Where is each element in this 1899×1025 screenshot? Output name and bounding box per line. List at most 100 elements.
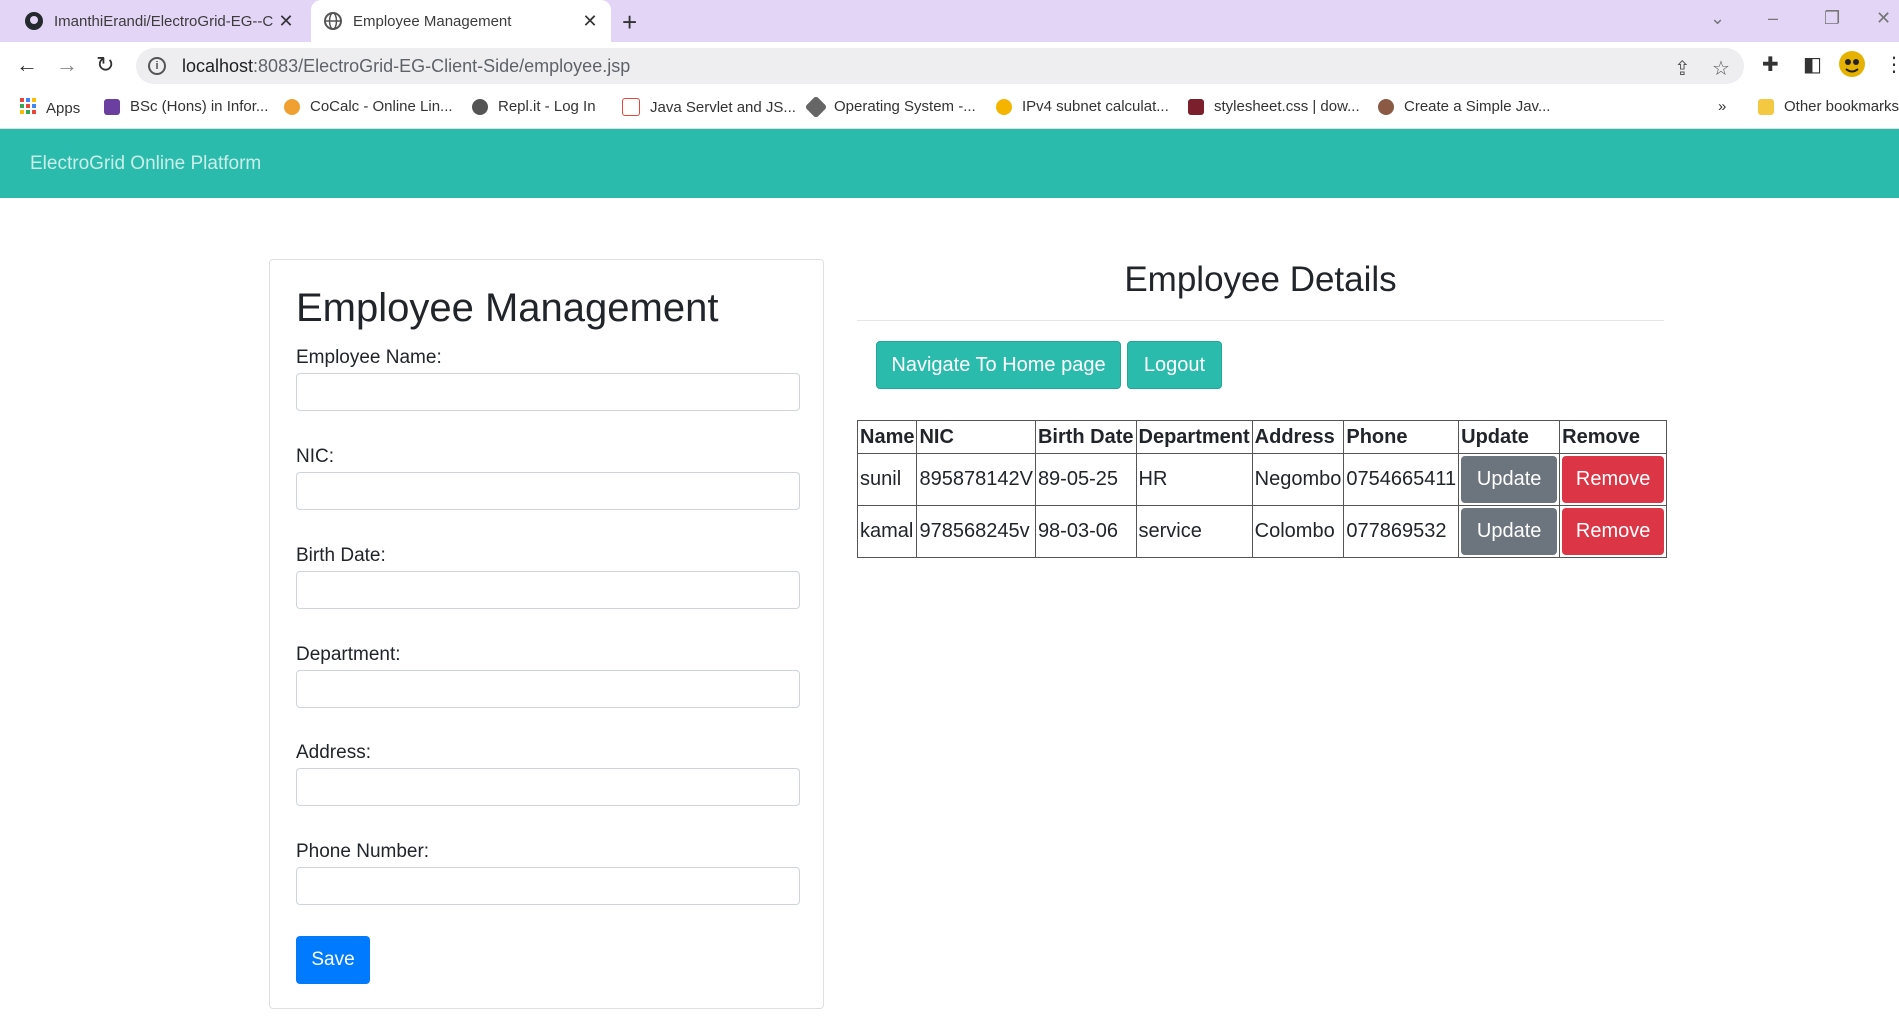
side-panel-icon[interactable]: ◧ (1803, 52, 1822, 77)
cell-remove: Remove (1559, 505, 1668, 558)
bookmark-label: CoCalc - Online Lin... (310, 98, 453, 115)
table-header-row: Name NIC Birth Date Department Address P… (856, 420, 1668, 454)
bookmark-apps[interactable]: Apps (20, 98, 80, 118)
brand-link[interactable]: ElectroGrid Online Platform (30, 153, 261, 175)
browser-tab-employee-management[interactable]: Employee Management ✕ (311, 0, 611, 42)
employee-details-title: Employee Details (1124, 260, 1397, 299)
star-icon[interactable]: ☆ (1712, 56, 1730, 81)
divider (857, 320, 1664, 321)
bookmark-favicon (284, 98, 300, 115)
bookmark-label: stylesheet.css | dow... (1214, 98, 1360, 115)
bookmark-label: Apps (46, 99, 81, 117)
chevron-down-icon[interactable]: ⌄ (1710, 8, 1725, 29)
remove-button[interactable]: Remove (1562, 456, 1665, 503)
bookmark-replit[interactable]: Repl.it - Log In (472, 98, 596, 115)
bookmark-cocalc[interactable]: CoCalc - Online Lin... (284, 98, 453, 115)
nic-label: NIC: (296, 446, 334, 467)
minimize-icon[interactable]: – (1768, 8, 1778, 29)
remove-button[interactable]: Remove (1562, 508, 1665, 555)
column-header-address: Address (1251, 420, 1345, 454)
column-header-birth-date: Birth Date (1034, 420, 1137, 454)
bookmark-label: Create a Simple Jav... (1404, 98, 1551, 115)
address-bar[interactable]: i localhost:8083/ElectroGrid-EG-Client-S… (136, 48, 1744, 84)
url-path: :8083/ElectroGrid-EG-Client-Side/employe… (253, 55, 631, 76)
bookmark-create-simple-java[interactable]: Create a Simple Jav... (1378, 98, 1550, 115)
address-label: Address: (296, 742, 371, 763)
bookmark-favicon (622, 98, 640, 116)
bookmark-favicon (1378, 98, 1394, 115)
bookmark-ipv4-subnet[interactable]: IPv4 subnet calculat... (996, 98, 1169, 115)
cell-nic: 895878142V (916, 453, 1036, 506)
birth-date-input[interactable] (296, 571, 800, 609)
close-icon[interactable]: ✕ (581, 11, 599, 32)
bookmark-label: Repl.it - Log In (498, 98, 596, 115)
column-header-nic: NIC (916, 420, 1036, 454)
restore-icon[interactable]: ❐ (1824, 8, 1840, 29)
column-header-remove: Remove (1559, 420, 1668, 454)
bookmark-java-servlet[interactable]: Java Servlet and JS... (622, 98, 796, 116)
cell-nic: 978568245v (916, 505, 1036, 558)
more-bookmarks-icon[interactable]: » (1718, 98, 1726, 115)
bookmark-favicon (104, 98, 120, 115)
column-header-phone: Phone (1343, 420, 1460, 454)
browser-tab-github[interactable]: ImanthiErandi/ElectroGrid-EG--C ✕ (12, 0, 307, 42)
form-title: Employee Management (296, 286, 719, 330)
employee-table: Name NIC Birth Date Department Address P… (856, 420, 1668, 558)
bookmarks-bar: Apps BSc (Hons) in Infor... CoCalc - Onl… (0, 89, 1899, 129)
bookmark-operating-system[interactable]: Operating System -... (804, 95, 976, 118)
folder-icon (1758, 98, 1774, 115)
close-window-icon[interactable]: ✕ (1876, 8, 1891, 29)
tab-title: Employee Management (353, 12, 512, 30)
bookmark-stylesheet[interactable]: stylesheet.css | dow... (1188, 98, 1360, 115)
globe-icon (323, 11, 343, 31)
other-bookmarks[interactable]: Other bookmarks (1758, 98, 1899, 115)
cell-address: Negombo (1251, 453, 1345, 506)
save-button[interactable]: Save (296, 936, 370, 984)
table-row: sunil 895878142V 89-05-25 HR Negombo 075… (856, 453, 1668, 506)
update-button[interactable]: Update (1461, 456, 1558, 503)
employee-name-label: Employee Name: (296, 347, 442, 368)
tab-title: ImanthiErandi/ElectroGrid-EG--C (54, 12, 274, 30)
share-icon[interactable]: ⇪ (1674, 56, 1691, 81)
navigate-home-button[interactable]: Navigate To Home page (876, 341, 1121, 389)
bookmark-label: Java Servlet and JS... (650, 98, 796, 116)
site-navbar: ElectroGrid Online Platform (0, 129, 1899, 198)
browser-tab-strip: ImanthiErandi/ElectroGrid-EG--C ✕ Employ… (0, 0, 1899, 42)
bookmark-label: BSc (Hons) in Infor... (130, 98, 269, 115)
avatar[interactable] (1838, 50, 1866, 84)
cell-address: Colombo (1251, 505, 1345, 558)
back-icon[interactable]: ← (16, 52, 38, 78)
url-host: localhost (182, 55, 254, 76)
github-icon (24, 11, 44, 31)
cell-update: Update (1458, 505, 1561, 558)
employee-form-card: Employee Management Employee Name: NIC: … (269, 259, 824, 1009)
forward-icon[interactable]: → (56, 52, 78, 78)
new-tab-icon[interactable]: + (622, 7, 637, 38)
nic-input[interactable] (296, 472, 800, 510)
menu-icon[interactable]: ⋮ (1884, 52, 1899, 77)
birth-date-label: Birth Date: (296, 545, 386, 566)
table-row: kamal 978568245v 98-03-06 service Colomb… (856, 505, 1668, 558)
reload-icon[interactable]: ↻ (96, 52, 114, 78)
browser-toolbar: ← → ↻ i localhost:8083/ElectroGrid-EG-Cl… (0, 42, 1899, 89)
close-icon[interactable]: ✕ (277, 11, 295, 32)
url-text[interactable]: localhost:8083/ElectroGrid-EG-Client-Sid… (182, 56, 630, 77)
phone-number-input[interactable] (296, 867, 800, 905)
column-header-update: Update (1458, 420, 1561, 454)
site-info-icon[interactable]: i (148, 57, 166, 75)
phone-number-label: Phone Number: (296, 841, 430, 862)
bookmark-favicon (804, 95, 828, 118)
cell-department: service (1135, 505, 1253, 558)
bookmark-label: Other bookmarks (1784, 98, 1899, 115)
bookmark-favicon (996, 98, 1012, 115)
bookmark-bsc-hons[interactable]: BSc (Hons) in Infor... (104, 98, 268, 115)
update-button[interactable]: Update (1461, 508, 1558, 555)
department-input[interactable] (296, 670, 800, 708)
employee-name-input[interactable] (296, 373, 800, 411)
department-label: Department: (296, 644, 401, 665)
extensions-icon[interactable]: ✚ (1762, 52, 1779, 77)
logout-button[interactable]: Logout (1127, 341, 1222, 389)
column-header-department: Department (1135, 420, 1253, 454)
apps-grid-icon (20, 98, 36, 118)
address-input[interactable] (296, 768, 800, 806)
